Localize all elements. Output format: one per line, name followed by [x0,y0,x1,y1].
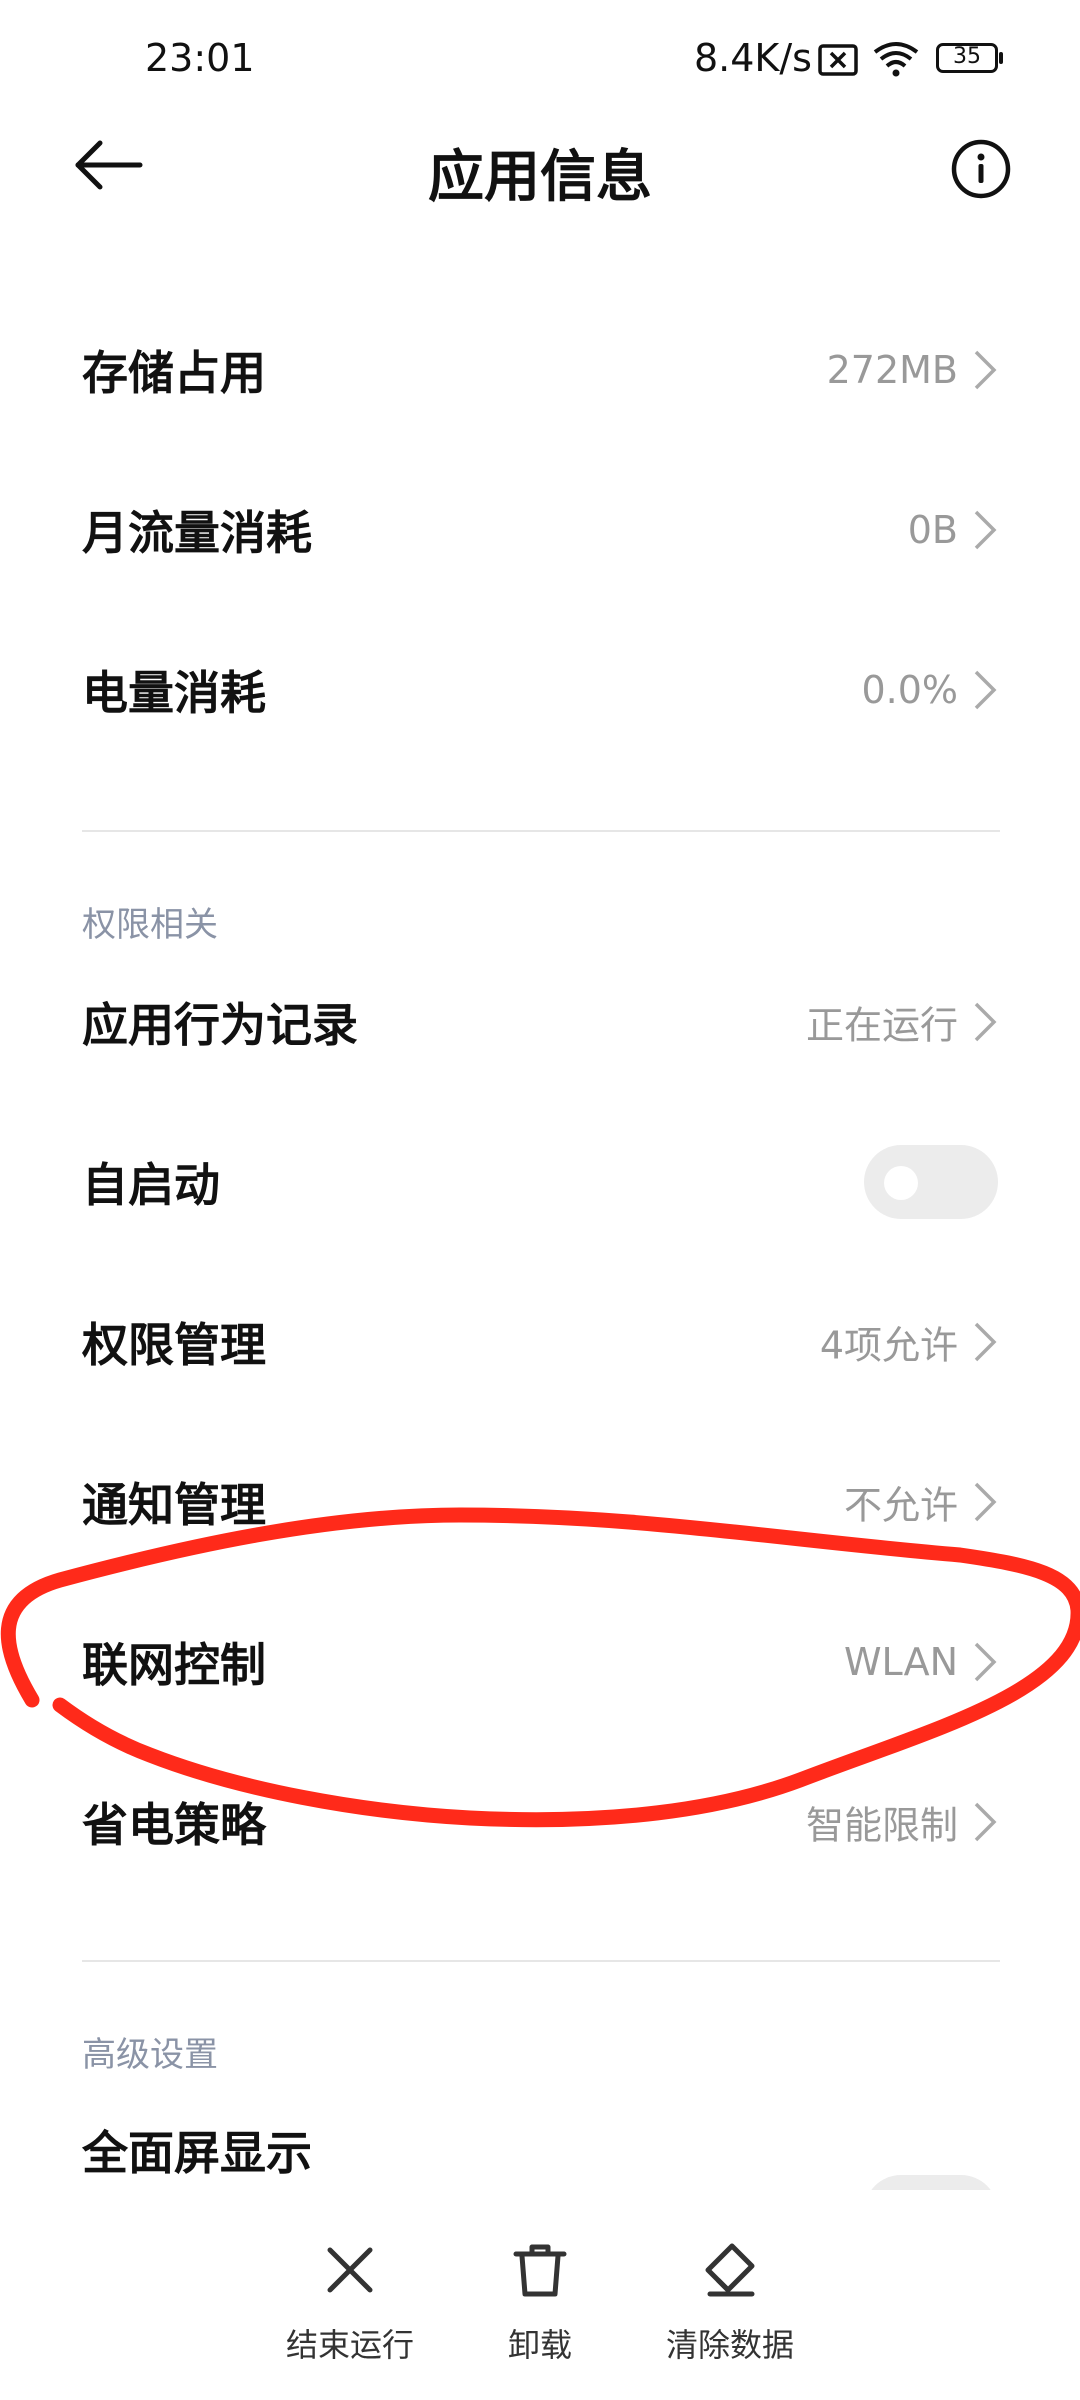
row-value: 0.0% [861,668,958,712]
action-label: 结束运行 [285,2326,414,2364]
row-value: 4项允许 [819,1323,958,1368]
toggle-knob [884,1166,918,1200]
row-label: 权限管理 [82,1318,266,1372]
page-title: 应用信息 [428,145,652,210]
row-label: 月流量消耗 [82,506,312,560]
section-header-permissions: 权限相关 [82,905,218,945]
app-behavior-row[interactable]: 应用行为记录 正在运行 [0,942,1080,1102]
row-label: 通知管理 [82,1478,266,1532]
row-value: 0B [907,508,958,552]
autostart-row: 自启动 [0,1102,1080,1262]
battery-tip [999,52,1003,64]
chevron-right-icon [974,510,997,550]
row-label: 存储占用 [82,346,266,400]
notification-management-row[interactable]: 通知管理 不允许 [0,1422,1080,1582]
row-value: WLAN [843,1640,958,1684]
no-sim-icon [818,44,858,76]
row-label: 电量消耗 [82,666,266,720]
storage-row[interactable]: 存储占用 272MB [0,290,1080,450]
power-saving-row[interactable]: 省电策略 智能限制 [0,1742,1080,1902]
battery-level: 35 [953,44,981,69]
row-value: 智能限制 [805,1803,958,1848]
chevron-right-icon [974,1002,997,1042]
clear-data-button[interactable]: 清除数据 [630,2190,830,2400]
wifi-icon [873,42,919,77]
section-divider [82,830,1000,832]
row-label: 应用行为记录 [82,998,358,1052]
row-label: 联网控制 [82,1638,266,1692]
battery-icon: 35 [936,43,998,73]
section-divider [82,1960,1000,1962]
trash-icon [513,2244,567,2297]
row-label: 全面屏显示 [82,2126,312,2180]
chevron-right-icon [974,1642,997,1682]
row-value: 正在运行 [805,1003,958,1048]
info-icon [951,139,1011,199]
bottom-action-bar: 结束运行 卸载 清除数据 [0,2190,1080,2400]
permission-management-row[interactable]: 权限管理 4项允许 [0,1262,1080,1422]
chevron-right-icon [974,670,997,710]
status-time: 23:01 [145,36,255,80]
action-label: 卸载 [507,2326,572,2364]
section-header-advanced: 高级设置 [82,2035,218,2075]
force-stop-button[interactable]: 结束运行 [250,2190,450,2400]
battery-usage-row[interactable]: 电量消耗 0.0% [0,610,1080,770]
row-value: 不允许 [843,1483,958,1528]
chevron-right-icon [974,1322,997,1362]
row-label: 省电策略 [82,1798,266,1852]
chevron-right-icon [974,350,997,390]
eraser-icon [705,2243,755,2297]
network-control-row[interactable]: 联网控制 WLAN [0,1582,1080,1742]
row-label: 自启动 [82,1158,220,1212]
chevron-right-icon [974,1802,997,1842]
row-value: 272MB [826,348,958,392]
app-info-screen: 23:01 8.4K/s 35 应用信息 存储占用 272MB 月流量消耗 0B… [0,0,1080,2400]
network-speed: 8.4K/s [694,36,812,80]
close-icon [327,2247,373,2293]
status-bar: 23:01 8.4K/s 35 [0,0,1080,120]
action-label: 清除数据 [665,2326,794,2364]
data-usage-row[interactable]: 月流量消耗 0B [0,450,1080,610]
autostart-toggle[interactable] [864,1145,998,1219]
info-button[interactable] [950,138,1012,200]
uninstall-button[interactable]: 卸载 [440,2190,640,2400]
chevron-right-icon [974,1482,997,1522]
